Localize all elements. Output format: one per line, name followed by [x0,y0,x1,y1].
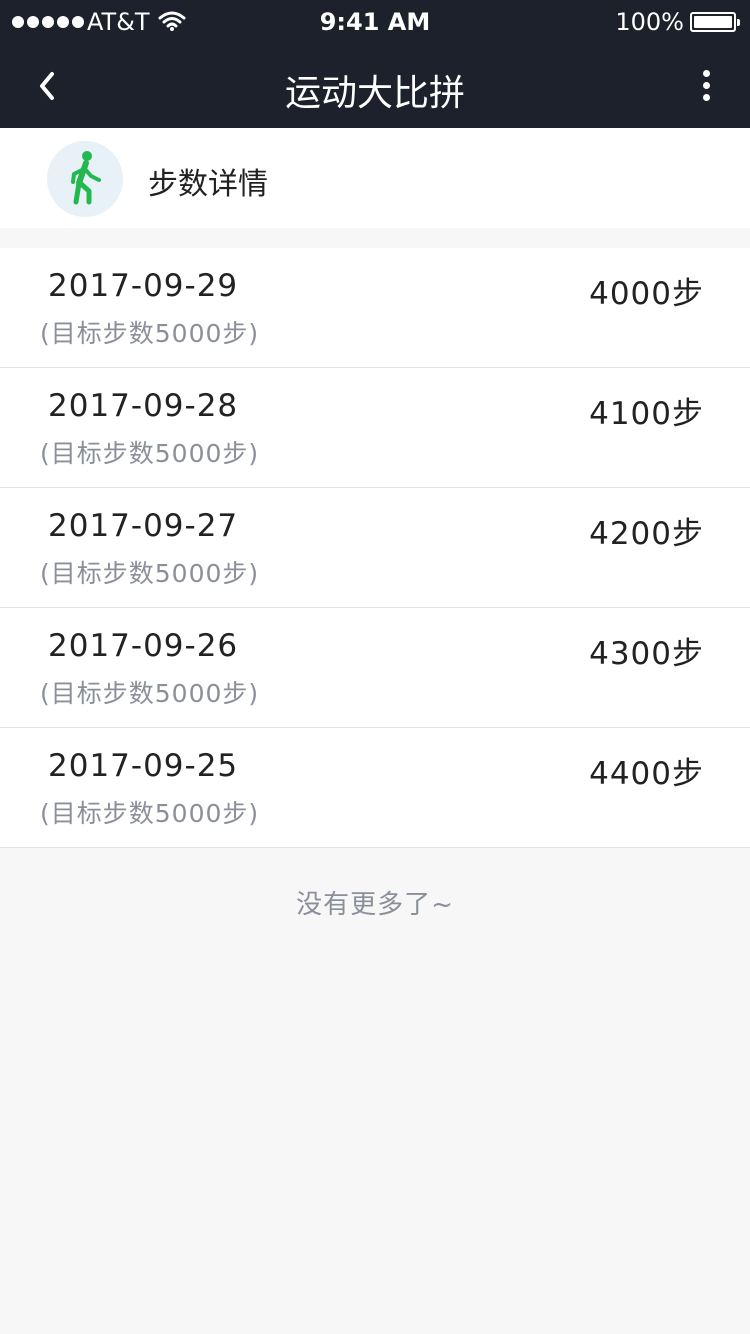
list-item[interactable]: 2017-09-28 (目标步数5000步) 4100步 [0,368,750,488]
battery-percentage: 100% [615,8,684,36]
record-date: 2017-09-26 [48,628,239,664]
record-steps: 4100步 [589,396,704,432]
record-date: 2017-09-25 [48,748,239,784]
navigation-bar: 运动大比拼 [0,44,750,128]
record-steps: 4300步 [589,636,704,672]
walking-person-icon [47,141,123,217]
record-date: 2017-09-28 [48,388,239,424]
list-item[interactable]: 2017-09-29 (目标步数5000步) 4000步 [0,248,750,368]
record-steps: 4400步 [589,756,704,792]
list-item[interactable]: 2017-09-25 (目标步数5000步) 4400步 [0,728,750,848]
record-goal: (目标步数5000步) [40,439,260,468]
record-date: 2017-09-29 [48,268,239,304]
battery-icon [690,12,740,32]
record-steps: 4200步 [589,516,704,552]
more-options-icon[interactable] [688,64,724,108]
status-bar: AT&T 9:41 AM 100% [0,0,750,44]
list-item[interactable]: 2017-09-27 (目标步数5000步) 4200步 [0,488,750,608]
record-goal: (目标步数5000步) [40,799,260,828]
page-title: 运动大比拼 [284,73,465,114]
record-goal: (目标步数5000步) [40,319,260,348]
record-date: 2017-09-27 [48,508,239,544]
record-goal: (目标步数5000步) [40,679,260,708]
section-title: 步数详情 [148,167,268,202]
step-records-list: 2017-09-29 (目标步数5000步) 4000步 2017-09-28 … [0,248,750,848]
end-of-list-note: 没有更多了~ [296,890,454,920]
list-item[interactable]: 2017-09-26 (目标步数5000步) 4300步 [0,608,750,728]
record-goal: (目标步数5000步) [40,559,260,588]
top-bar: AT&T 9:41 AM 100% 运动大比拼 [0,0,750,128]
step-details-header: 步数详情 [0,128,750,228]
record-steps: 4000步 [589,276,704,312]
